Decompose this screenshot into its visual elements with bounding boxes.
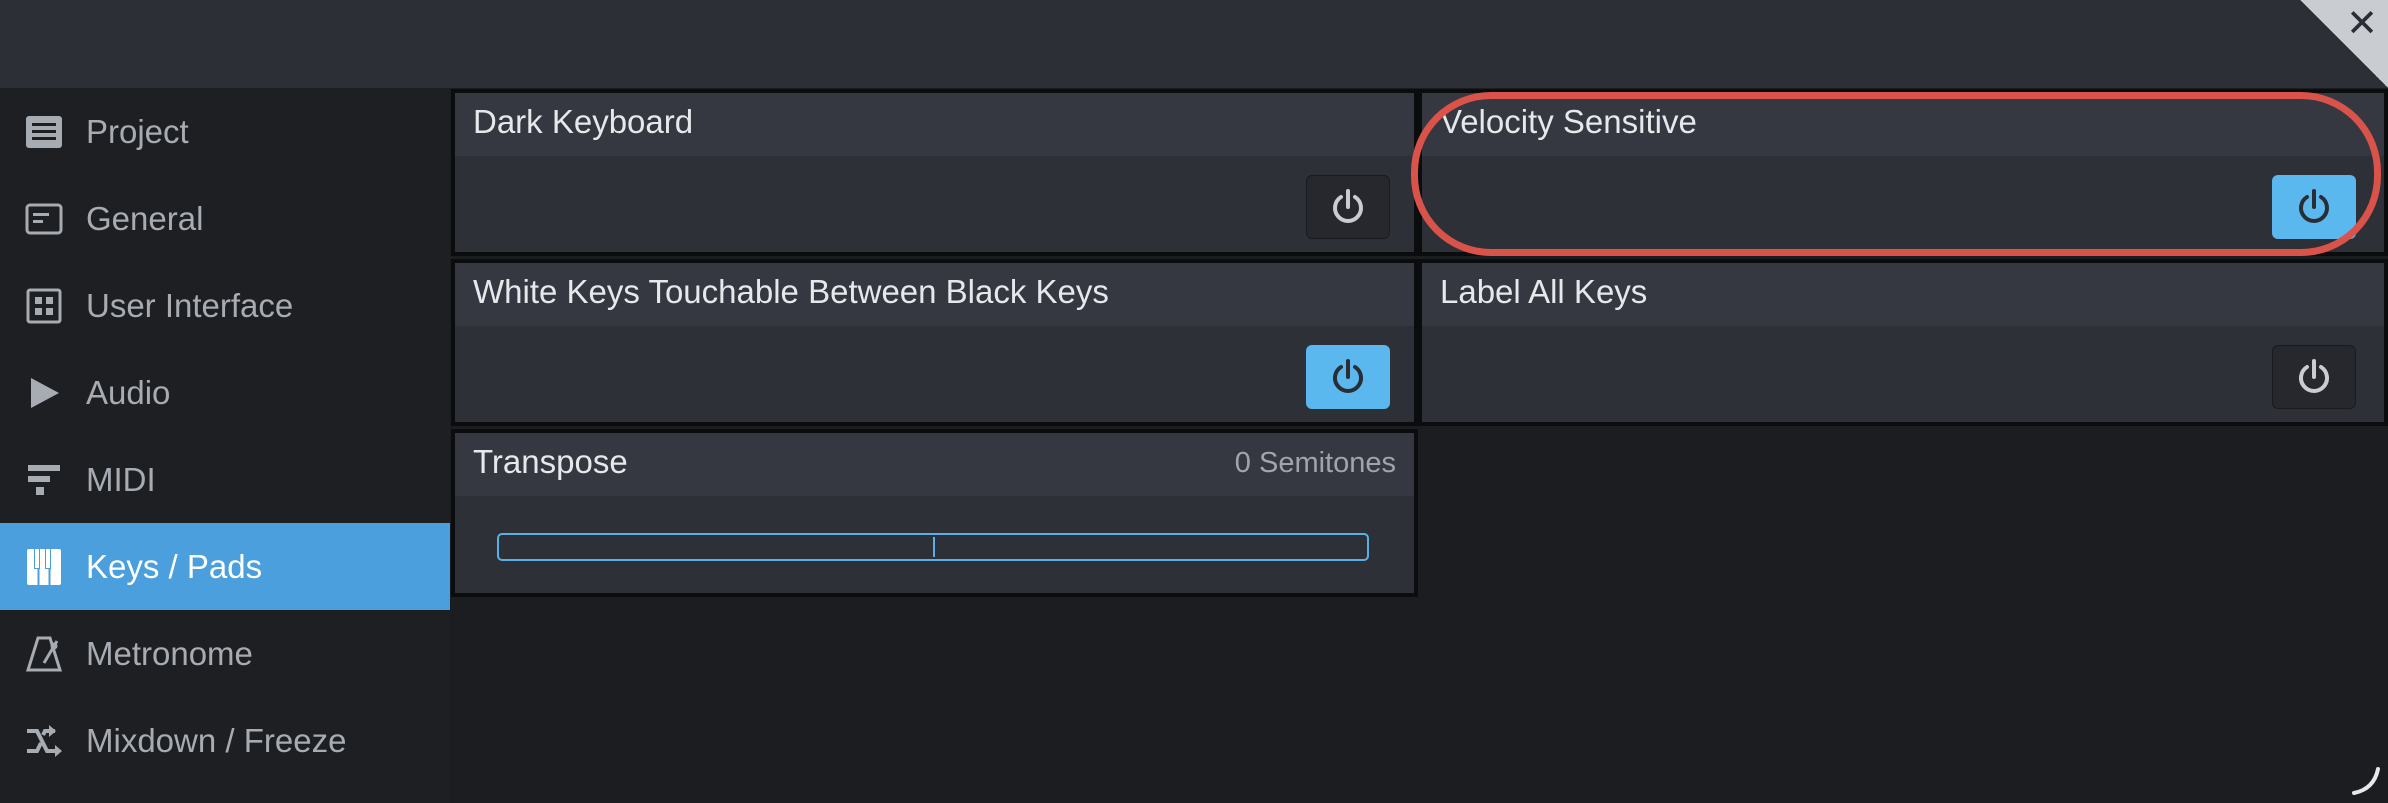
close-corner: ✕ [2300,0,2388,88]
label-all-keys-toggle[interactable] [2272,345,2356,409]
power-icon [2299,359,2329,393]
sidebar-item-label: User Interface [86,286,294,324]
sidebar: Project General User Interface Audio MID… [0,88,450,803]
transpose-value: 0 Semitones [1234,447,1396,479]
panel-title: Label All Keys [1440,273,1648,310]
power-icon [1333,189,1363,223]
white-keys-touchable-panel: White Keys Touchable Between Black Keys [451,259,1418,426]
dark-keyboard-toggle[interactable] [1306,175,1390,239]
sidebar-item-label: General [86,199,204,237]
panel-header: Dark Keyboard [455,93,1414,156]
sidebar-item-project[interactable]: Project [0,88,450,175]
panel-title: Transpose [473,443,628,480]
close-icon[interactable]: ✕ [2342,4,2382,44]
transpose-slider-thumb[interactable] [933,537,935,557]
transpose-slider[interactable] [497,533,1369,561]
panel-header: White Keys Touchable Between Black Keys [455,263,1414,326]
piano-keys-icon [24,547,64,587]
sidebar-item-mixdown-freeze[interactable]: Mixdown / Freeze [0,697,450,784]
panel-title: White Keys Touchable Between Black Keys [473,273,1109,310]
play-icon [24,373,64,413]
panel-title: Velocity Sensitive [1440,103,1697,140]
sidebar-item-label: Metronome [86,634,253,672]
dark-keyboard-panel: Dark Keyboard [451,89,1418,256]
power-icon [1333,359,1363,393]
sidebar-item-midi[interactable]: MIDI [0,436,450,523]
sidebar-item-keys-pads[interactable]: Keys / Pads [0,523,450,610]
velocity-sensitive-toggle[interactable] [2272,175,2356,239]
sidebar-item-metronome[interactable]: Metronome [0,610,450,697]
resize-grip-icon[interactable] [2350,765,2380,795]
sidebar-item-label: Audio [86,373,171,411]
white-keys-touchable-toggle[interactable] [1306,345,1390,409]
sidebar-item-label: MIDI [86,460,156,498]
sidebar-item-label: Project [86,112,189,150]
power-icon [2299,189,2329,223]
route-icon [24,721,64,761]
title-bar [0,0,2388,88]
sidebar-item-label: Keys / Pads [86,547,263,585]
label-all-keys-panel: Label All Keys [1418,259,2388,426]
window-icon [24,199,64,239]
transpose-panel: Transpose 0 Semitones [451,429,1418,597]
midi-bars-icon [24,460,64,500]
panel-header: Label All Keys [1422,263,2384,326]
sidebar-item-user-interface[interactable]: User Interface [0,262,450,349]
list-icon [24,112,64,152]
panel-title: Dark Keyboard [473,103,694,140]
sidebar-item-general[interactable]: General [0,175,450,262]
sidebar-item-label: Mixdown / Freeze [86,721,347,759]
velocity-sensitive-panel: Velocity Sensitive [1418,89,2388,256]
panel-header: Transpose 0 Semitones [455,433,1414,496]
panel-header: Velocity Sensitive [1422,93,2384,156]
grid-icon [24,286,64,326]
metronome-icon [24,634,64,674]
sidebar-item-audio[interactable]: Audio [0,349,450,436]
